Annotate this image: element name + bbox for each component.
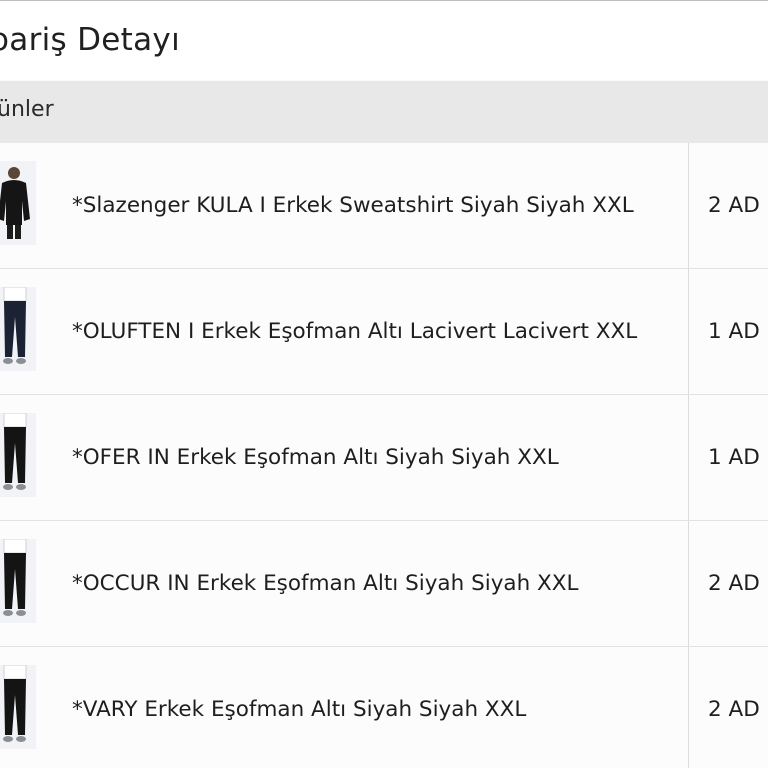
page-header: oariş Detayı	[0, 14, 768, 80]
column-divider	[688, 143, 689, 268]
page-title: oariş Detayı	[0, 22, 180, 58]
product-quantity: 2 AD	[708, 192, 760, 218]
product-row[interactable]: *OFER IN Erkek Eşofman Altı Siyah Siyah …	[0, 395, 768, 521]
product-row[interactable]: *VARY Erkek Eşofman Altı Siyah Siyah XXL…	[0, 647, 768, 768]
product-name: *VARY Erkek Eşofman Altı Siyah Siyah XXL	[72, 696, 527, 722]
column-divider	[688, 647, 689, 768]
order-detail-page: oariş Detayı rünler *Slazenger KULA I Er…	[0, 0, 768, 768]
product-name: *Slazenger KULA I Erkek Sweatshirt Siyah…	[72, 192, 634, 218]
product-name: *OLUFTEN I Erkek Eşofman Altı Lacivert L…	[72, 318, 638, 344]
product-thumbnail	[0, 413, 36, 497]
products-section-title: rünler	[0, 97, 54, 122]
product-thumbnail	[0, 287, 36, 371]
product-quantity: 2 AD	[708, 696, 760, 722]
product-quantity: 1 AD	[708, 318, 760, 344]
product-row[interactable]: *OLUFTEN I Erkek Eşofman Altı Lacivert L…	[0, 269, 768, 395]
product-row[interactable]: *Slazenger KULA I Erkek Sweatshirt Siyah…	[0, 143, 768, 269]
product-thumbnail	[0, 665, 36, 749]
column-divider	[688, 395, 689, 520]
column-divider	[688, 269, 689, 394]
product-thumbnail	[0, 161, 36, 245]
product-quantity: 2 AD	[708, 570, 760, 596]
product-row[interactable]: *OCCUR IN Erkek Eşofman Altı Siyah Siyah…	[0, 521, 768, 647]
product-quantity: 1 AD	[708, 444, 760, 470]
product-list: *Slazenger KULA I Erkek Sweatshirt Siyah…	[0, 143, 768, 768]
products-section-header[interactable]: rünler	[0, 81, 768, 143]
column-divider	[688, 521, 689, 646]
product-name: *OFER IN Erkek Eşofman Altı Siyah Siyah …	[72, 444, 559, 470]
product-name: *OCCUR IN Erkek Eşofman Altı Siyah Siyah…	[72, 570, 579, 596]
product-thumbnail	[0, 539, 36, 623]
top-divider	[0, 0, 768, 1]
